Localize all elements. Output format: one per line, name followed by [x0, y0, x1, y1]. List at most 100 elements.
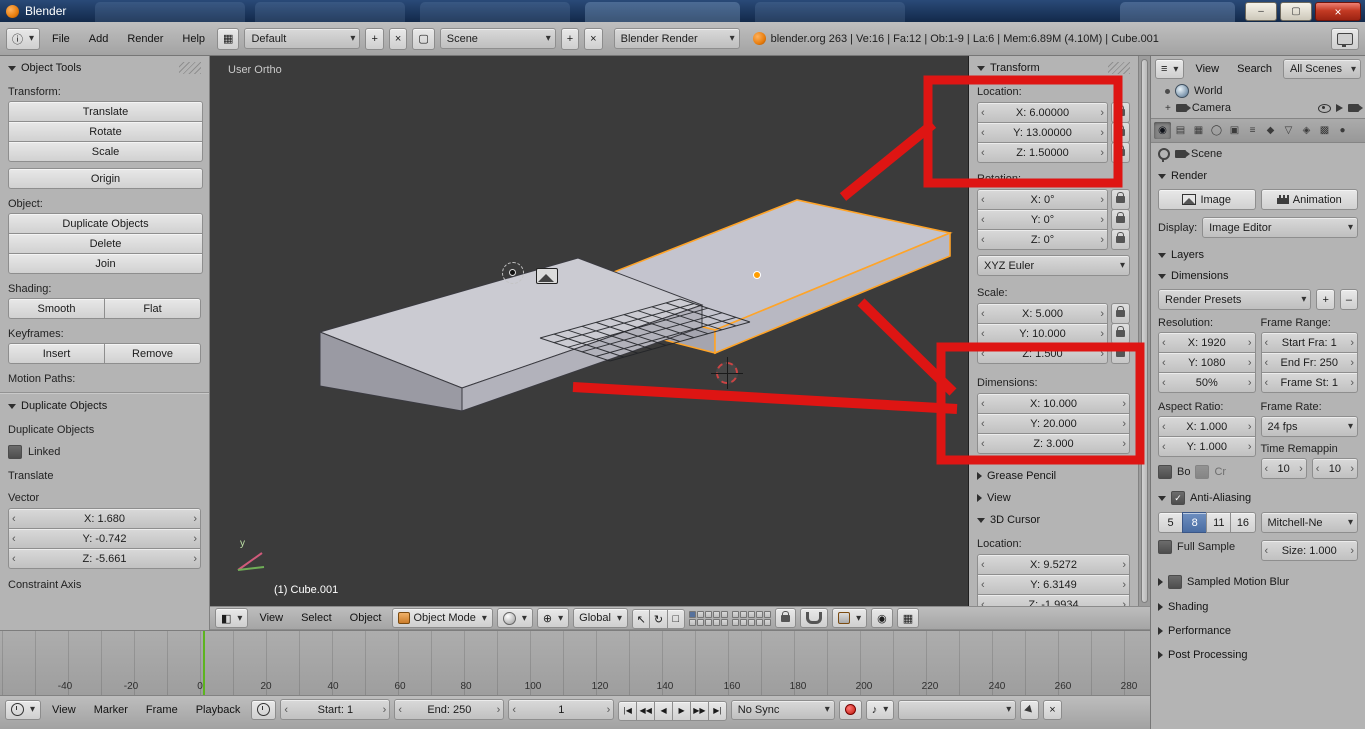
render-image-button[interactable]: Image — [1158, 189, 1256, 210]
outliner-editor-selector[interactable]: ≡ — [1155, 59, 1185, 79]
add-scene-button[interactable]: + — [560, 27, 580, 50]
window-duplicate-button[interactable] — [1331, 27, 1359, 50]
render-panel-header[interactable]: Render — [1158, 170, 1358, 182]
menu-file[interactable]: File — [45, 30, 77, 48]
resolution-percent-field[interactable]: 50% — [1158, 372, 1256, 393]
lock-scale-z-button[interactable] — [1111, 343, 1130, 364]
rotation-mode-dropdown[interactable]: XYZ Euler — [977, 255, 1130, 276]
opengl-render-animation-button[interactable]: ▦ — [896, 608, 920, 628]
resolution-x-field[interactable]: X: 1920 — [1158, 332, 1256, 353]
delete-keyframes-button[interactable]: × — [1043, 699, 1062, 720]
tab-object-data[interactable]: ▽ — [1280, 122, 1297, 139]
viewport-shading-dropdown[interactable] — [496, 608, 533, 628]
dimensions-x-field[interactable]: X: 10.000 — [977, 393, 1130, 414]
rotation-x-field[interactable]: X: 0° — [977, 189, 1108, 210]
aspect-y-field[interactable]: Y: 1.000 — [1158, 436, 1256, 457]
timeline-menu-playback[interactable]: Playback — [189, 701, 248, 719]
end-frame-field[interactable]: End: 250 — [394, 699, 505, 720]
jump-to-start-button[interactable]: |◀ — [618, 700, 638, 721]
flat-button[interactable]: Flat — [104, 298, 201, 319]
tab-physics[interactable]: ● — [1334, 122, 1351, 139]
render-engine-dropdown[interactable]: Blender Render — [613, 28, 740, 49]
rotate-button[interactable]: Rotate — [8, 121, 203, 142]
editor-type-selector[interactable]: ⓘ — [6, 27, 41, 50]
shading-panel-header[interactable]: Shading — [1158, 601, 1358, 613]
lock-location-x-button[interactable] — [1111, 102, 1130, 123]
scale-y-field[interactable]: Y: 10.000 — [977, 323, 1108, 344]
post-processing-panel-header[interactable]: Post Processing — [1158, 649, 1358, 661]
performance-panel-header[interactable]: Performance — [1158, 625, 1358, 637]
scene-field[interactable]: Scene — [439, 28, 556, 49]
start-frame-field[interactable]: Start: 1 — [280, 699, 391, 720]
delete-scene-button[interactable]: × — [584, 27, 603, 50]
timeline[interactable]: -40 -20 0 20 40 60 80 100 120 140 160 18… — [0, 630, 1150, 695]
close-button[interactable]: × — [1315, 2, 1361, 21]
keying-set-field[interactable] — [898, 699, 1017, 720]
menu-add[interactable]: Add — [82, 30, 116, 48]
visibility-eye-icon[interactable] — [1318, 103, 1331, 113]
add-layout-button[interactable]: + — [365, 27, 384, 50]
menu-help[interactable]: Help — [175, 30, 212, 48]
delete-layout-button[interactable]: × — [388, 27, 408, 50]
location-y-field[interactable]: Y: 13.00000 — [977, 122, 1108, 143]
snap-toggle-button[interactable] — [800, 608, 829, 628]
scale-z-field[interactable]: Z: 1.500 — [977, 343, 1108, 364]
pivot-point-dropdown[interactable]: ⊕ — [536, 608, 570, 628]
dimensions-z-field[interactable]: Z: 3.000 — [977, 433, 1130, 454]
remap-old-field[interactable]: 10 — [1260, 458, 1307, 479]
display-dropdown[interactable]: Image Editor — [1202, 217, 1358, 238]
vector-x-field[interactable]: X: 1.680 — [8, 508, 201, 529]
menu-render[interactable]: Render — [120, 30, 170, 48]
frame-rate-dropdown[interactable]: 24 fps — [1260, 416, 1358, 437]
aa-samples-5-button[interactable]: 5 — [1158, 512, 1184, 533]
viewport-menu-select[interactable]: Select — [294, 609, 339, 627]
render-animation-button[interactable]: Animation — [1260, 189, 1358, 210]
opengl-render-image-button[interactable]: ◉ — [871, 608, 893, 628]
screen-layout-browse-button[interactable]: ▦ — [217, 27, 240, 50]
linked-checkbox-row[interactable]: Linked — [8, 445, 201, 459]
lock-rotation-y-button[interactable] — [1111, 209, 1130, 230]
timeline-menu-marker[interactable]: Marker — [87, 701, 135, 719]
renderability-camera-icon[interactable] — [1348, 104, 1363, 112]
tab-render[interactable]: ◉ — [1154, 122, 1171, 139]
lock-rotation-z-button[interactable] — [1111, 229, 1130, 250]
timeline-menu-view[interactable]: View — [45, 701, 83, 719]
current-frame-line[interactable] — [203, 631, 205, 695]
delete-button[interactable]: Delete — [8, 233, 203, 254]
outliner-menu-search[interactable]: Search — [1230, 60, 1279, 78]
lock-location-z-button[interactable] — [1111, 142, 1130, 163]
record-button[interactable] — [838, 699, 862, 720]
rotation-z-field[interactable]: Z: 0° — [977, 229, 1108, 250]
timeline-menu-frame[interactable]: Frame — [139, 701, 185, 719]
linked-checkbox[interactable] — [8, 445, 22, 459]
expand-plus-icon[interactable]: + — [1165, 103, 1171, 114]
outliner-menu-view[interactable]: View — [1188, 60, 1226, 78]
dimensions-panel-header[interactable]: Dimensions — [1158, 270, 1358, 282]
layers-panel-header[interactable]: Layers — [1158, 249, 1358, 261]
pin-icon[interactable] — [1158, 148, 1170, 162]
join-button[interactable]: Join — [8, 253, 203, 274]
cursor-x-field[interactable]: X: 9.5272 — [977, 554, 1130, 575]
lock-location-y-button[interactable] — [1111, 122, 1130, 143]
translate-button[interactable]: Translate — [8, 101, 203, 122]
outliner-scope-dropdown[interactable]: All Scenes — [1282, 59, 1361, 79]
viewport-editor-selector[interactable]: ◧ — [215, 608, 249, 628]
viewport-menu-view[interactable]: View — [252, 609, 290, 627]
add-preset-button[interactable]: + — [1316, 289, 1335, 310]
insert-keyframe-button[interactable]: Insert — [8, 343, 105, 364]
current-frame-field[interactable]: 1 — [508, 699, 615, 720]
insert-keyframes-button[interactable] — [1020, 699, 1040, 720]
remove-keyframe-button[interactable]: Remove — [104, 343, 201, 364]
vector-z-field[interactable]: Z: -5.661 — [8, 548, 201, 569]
full-sample-checkbox[interactable] — [1158, 540, 1172, 554]
end-frame-field[interactable]: End Fr: 250 — [1260, 352, 1358, 373]
anti-aliasing-panel-header[interactable]: Anti-Aliasing — [1158, 491, 1358, 505]
cursor-y-field[interactable]: Y: 6.3149 — [977, 574, 1130, 595]
scrollbar-thumb[interactable] — [1141, 59, 1148, 603]
layer-grid-left[interactable] — [689, 610, 729, 626]
aa-samples-11-button[interactable]: 11 — [1206, 512, 1232, 533]
image-empty-icon[interactable] — [536, 268, 558, 284]
tab-texture[interactable]: ▩ — [1316, 122, 1333, 139]
crop-checkbox[interactable] — [1195, 465, 1210, 479]
lock-scale-x-button[interactable] — [1111, 303, 1130, 324]
